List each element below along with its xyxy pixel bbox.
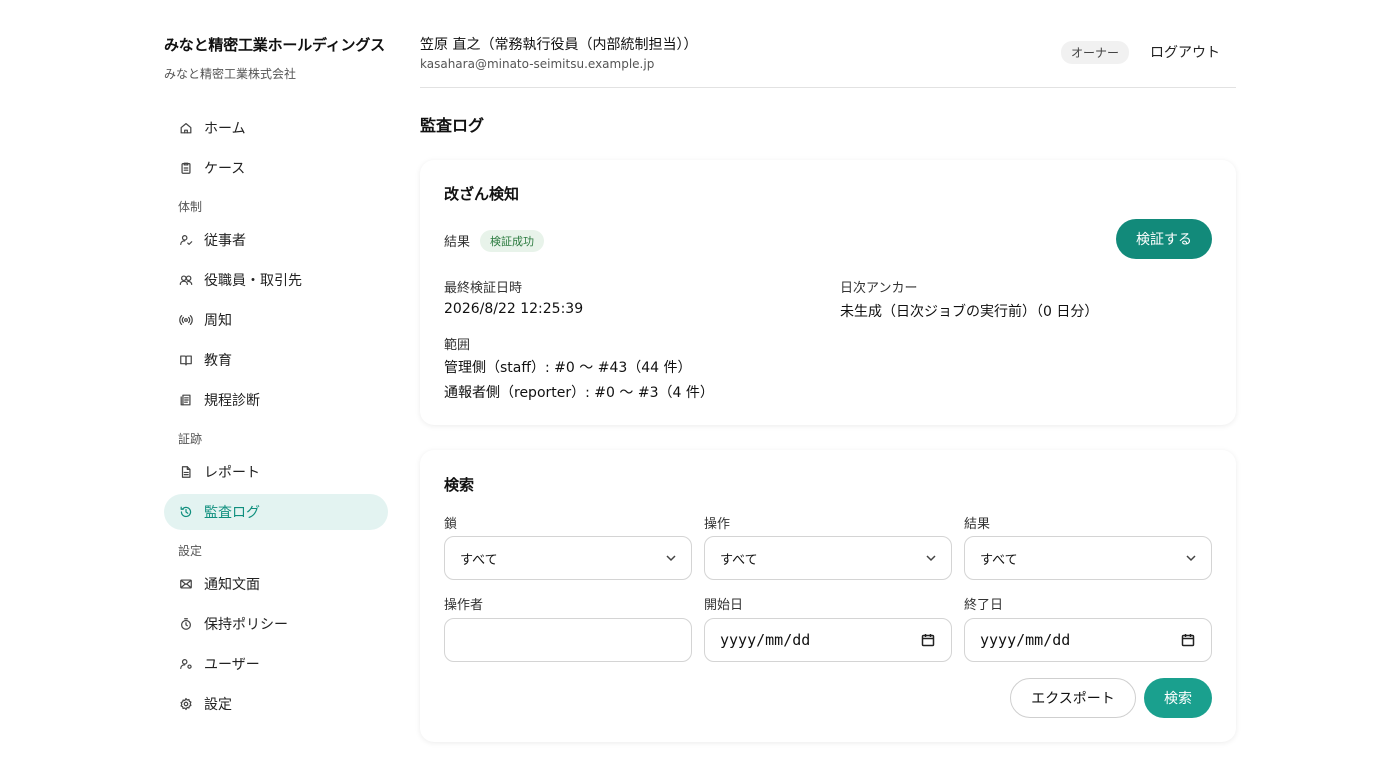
user-check-icon <box>178 232 194 248</box>
sidebar-item-notice[interactable]: 周知 <box>164 302 388 338</box>
result-select-value: すべて <box>980 552 1018 568</box>
timer-icon <box>178 616 194 632</box>
chevron-down-icon <box>665 552 677 564</box>
document-scan-icon <box>178 392 194 408</box>
chain-select-value: すべて <box>460 552 498 568</box>
end-date-input[interactable]: yyyy/mm/dd <box>964 618 1212 662</box>
sidebar-item-label: ケース <box>204 161 246 177</box>
search-button[interactable]: 検索 <box>1144 678 1212 718</box>
logout-button[interactable]: ログアウト <box>1150 42 1220 62</box>
gear-icon <box>178 696 194 712</box>
sidebar-item-home[interactable]: ホーム <box>164 110 388 146</box>
operator-label: 操作者 <box>444 598 484 613</box>
sidebar-item-label: レポート <box>204 465 260 481</box>
sidebar-item-label: ホーム <box>204 121 246 137</box>
action-label: 操作 <box>704 517 731 532</box>
report-icon <box>178 464 194 480</box>
sidebar-item-label: 教育 <box>204 353 232 369</box>
action-select-value: すべて <box>720 552 758 568</box>
calendar-icon[interactable] <box>1181 633 1195 647</box>
range-label: 範囲 <box>444 338 471 353</box>
last-verified-label: 最終検証日時 <box>444 281 523 296</box>
sidebar-section-evidence: 証跡 <box>178 432 203 446</box>
sidebar-item-users[interactable]: ユーザー <box>164 646 388 682</box>
calendar-icon[interactable] <box>921 633 935 647</box>
sidebar-item-audit-log[interactable]: 監査ログ <box>164 494 388 530</box>
sidebar-item-report[interactable]: レポート <box>164 454 388 490</box>
role-badge: オーナー <box>1060 41 1129 64</box>
sidebar-item-retention-policy[interactable]: 保持ポリシー <box>164 606 388 642</box>
sidebar-section-settings: 設定 <box>178 544 203 558</box>
org-name: みなと精密工業ホールディングス <box>164 36 385 54</box>
sidebar-item-label: 保持ポリシー <box>204 617 288 633</box>
users-icon <box>178 272 194 288</box>
tamper-detection-title: 改ざん検知 <box>444 185 520 203</box>
result-select[interactable]: すべて <box>964 536 1212 580</box>
end-date-placeholder: yyyy/mm/dd <box>980 631 1071 649</box>
home-icon <box>178 120 194 136</box>
sidebar-item-cases[interactable]: ケース <box>164 150 388 186</box>
result-filter-label: 結果 <box>964 517 991 532</box>
result-label: 結果 <box>444 235 471 250</box>
daily-anchor-label: 日次アンカー <box>840 281 918 296</box>
range-staff-value: 管理側（staff）: #0 〜 #43（44 件） <box>444 360 692 376</box>
sidebar-item-label: ユーザー <box>204 657 260 673</box>
history-icon <box>178 504 194 520</box>
sidebar-item-officers[interactable]: 役職員・取引先 <box>164 262 388 298</box>
sidebar-section-system: 体制 <box>178 200 203 214</box>
sidebar-item-label: 規程診断 <box>204 393 260 409</box>
sidebar-item-label: 設定 <box>204 697 232 713</box>
sidebar-item-label: 従事者 <box>204 233 246 249</box>
sidebar-item-policy-check[interactable]: 規程診断 <box>164 382 388 418</box>
sidebar: みなと精密工業ホールディングス みなと精密工業株式会社 ホーム ケース 体制 従… <box>164 34 388 726</box>
broadcast-icon <box>178 312 194 328</box>
action-select[interactable]: すべて <box>704 536 952 580</box>
export-button[interactable]: エクスポート <box>1010 678 1136 718</box>
sidebar-item-workers[interactable]: 従事者 <box>164 222 388 258</box>
start-date-label: 開始日 <box>704 598 744 613</box>
last-verified-value: 2026/8/22 12:25:39 <box>444 301 584 317</box>
sidebar-item-label: 周知 <box>204 313 232 329</box>
operator-input[interactable] <box>444 618 692 662</box>
page-title: 監査ログ <box>420 116 485 135</box>
book-icon <box>178 352 194 368</box>
search-card: 検索 鎖 すべて 操作 すべて 結果 すべて 操作者 開始日 yyyy/mm/d… <box>420 450 1236 742</box>
chain-label: 鎖 <box>444 517 458 532</box>
daily-anchor-value: 未生成（日次ジョブの実行前）（0 日分） <box>840 304 1099 320</box>
status-badge: 検証成功 <box>480 230 544 252</box>
tamper-detection-card: 改ざん検知 結果 検証成功 検証する 最終検証日時 2026/8/22 12:2… <box>420 160 1236 425</box>
sidebar-item-education[interactable]: 教育 <box>164 342 388 378</box>
clipboard-icon <box>178 160 194 176</box>
chevron-down-icon <box>1185 552 1197 564</box>
sidebar-item-label: 監査ログ <box>204 505 260 521</box>
end-date-label: 終了日 <box>964 598 1004 613</box>
user-settings-icon <box>178 656 194 672</box>
mail-icon <box>178 576 194 592</box>
sidebar-item-label: 通知文面 <box>204 577 260 593</box>
search-title: 検索 <box>444 476 475 494</box>
start-date-placeholder: yyyy/mm/dd <box>720 631 811 649</box>
org-subsidiary: みなと精密工業株式会社 <box>164 67 297 81</box>
top-header: 笠原 直之（常務執行役員（内部統制担当）） kasahara@minato-se… <box>420 34 1236 88</box>
start-date-input[interactable]: yyyy/mm/dd <box>704 618 952 662</box>
sidebar-item-label: 役職員・取引先 <box>204 273 302 289</box>
sidebar-item-notification-text[interactable]: 通知文面 <box>164 566 388 602</box>
sidebar-nav: ホーム ケース 体制 従事者 役職員・取引先 周知 教育 規程診断 証跡 レポー… <box>164 110 388 722</box>
chain-select[interactable]: すべて <box>444 536 692 580</box>
sidebar-item-settings[interactable]: 設定 <box>164 686 388 722</box>
chevron-down-icon <box>925 552 937 564</box>
range-reporter-value: 通報者側（reporter）: #0 〜 #3（4 件） <box>444 385 714 401</box>
verify-button[interactable]: 検証する <box>1116 219 1212 259</box>
